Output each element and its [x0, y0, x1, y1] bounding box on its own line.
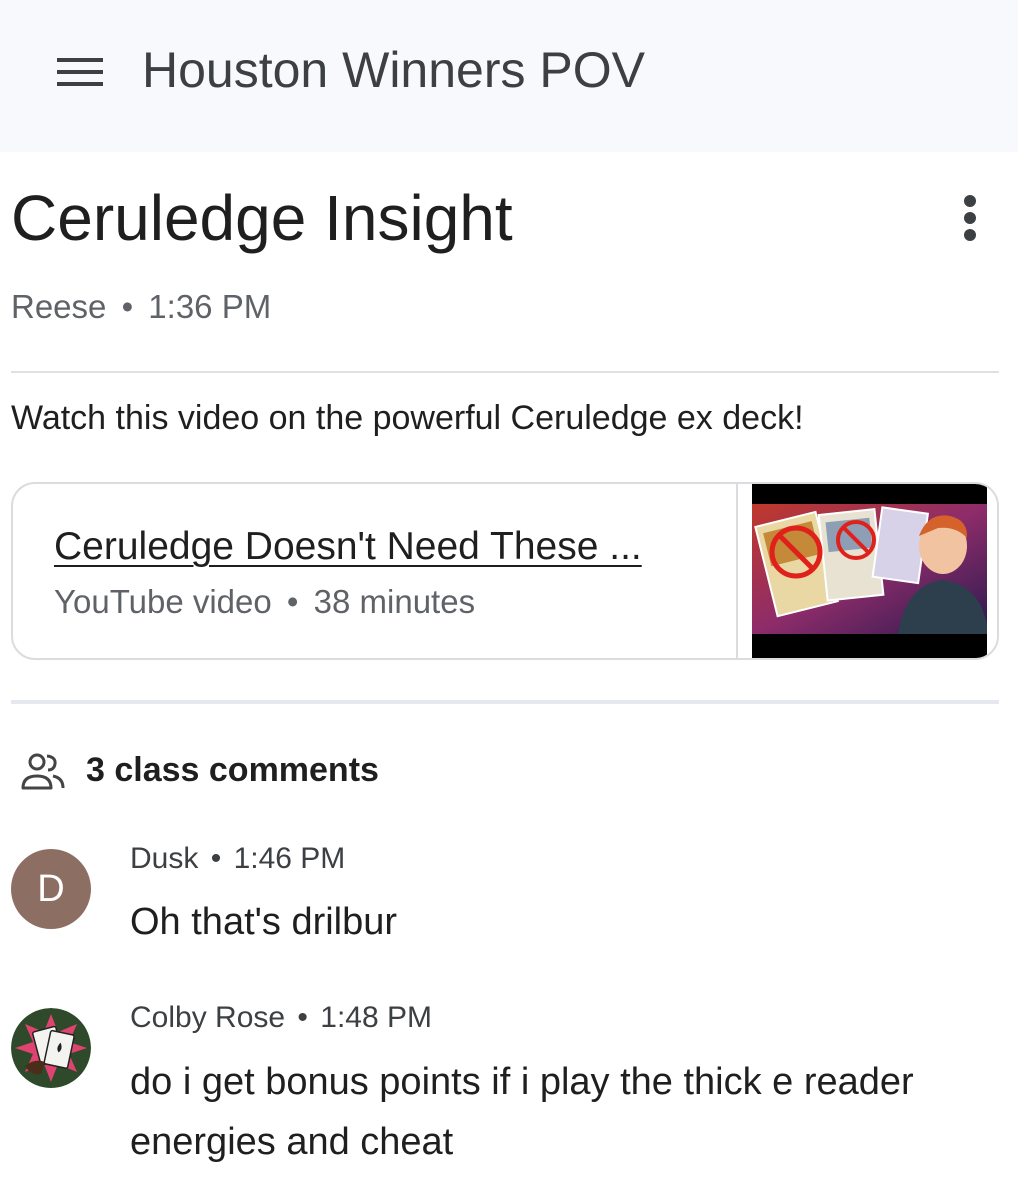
comment-author: Colby Rose — [130, 1001, 286, 1034]
comment-text: do i get bonus points if i play the thic… — [130, 1061, 914, 1163]
playing-cards-avatar — [11, 1008, 91, 1088]
menu-button[interactable] — [52, 50, 108, 94]
post-body: Watch this video on the powerful Ceruled… — [11, 399, 804, 437]
comment-author: Dusk — [130, 842, 199, 875]
avatar: D — [11, 849, 91, 929]
video-attachment-card[interactable]: Ceruledge Doesn't Need These ... YouTube… — [11, 482, 999, 660]
comment-meta: Colby Rose • 1:48 PM — [130, 998, 432, 1038]
section-divider — [11, 700, 999, 704]
video-thumbnail-image — [752, 484, 987, 658]
divider — [11, 371, 999, 373]
post-time: 1:36 PM — [148, 288, 272, 325]
app-bar: Houston Winners POV — [0, 0, 1018, 152]
post-author: Reese — [11, 288, 107, 325]
attachment-title[interactable]: Ceruledge Doesn't Need These ... — [54, 522, 642, 572]
comment-separator: • — [210, 842, 222, 875]
more-options-button[interactable] — [948, 188, 992, 248]
class-comments-link[interactable]: 3 class comments — [86, 748, 379, 792]
video-thumbnail[interactable] — [736, 484, 997, 658]
class-title: Houston Winners POV — [142, 42, 645, 98]
comment-separator: • — [297, 1001, 308, 1034]
attachment-subtitle: YouTube video • 38 minutes — [54, 580, 475, 624]
post-meta: Reese • 1:36 PM — [11, 285, 271, 329]
comment-text: Oh that's drilbur — [130, 901, 398, 943]
attachment-duration: 38 minutes — [313, 583, 476, 620]
comment-time: 1:46 PM — [233, 842, 346, 875]
post-title: Ceruledge Insight — [11, 182, 513, 254]
comment-time: 1:48 PM — [320, 1001, 433, 1034]
avatar — [11, 1008, 91, 1088]
attachment-separator: • — [286, 583, 299, 620]
more-vert-icon — [964, 195, 976, 241]
hamburger-menu-icon — [57, 58, 103, 86]
comment-meta: Dusk • 1:46 PM — [130, 839, 345, 879]
people-icon — [21, 753, 65, 790]
meta-separator: • — [121, 288, 134, 325]
attachment-type: YouTube video — [54, 583, 272, 620]
